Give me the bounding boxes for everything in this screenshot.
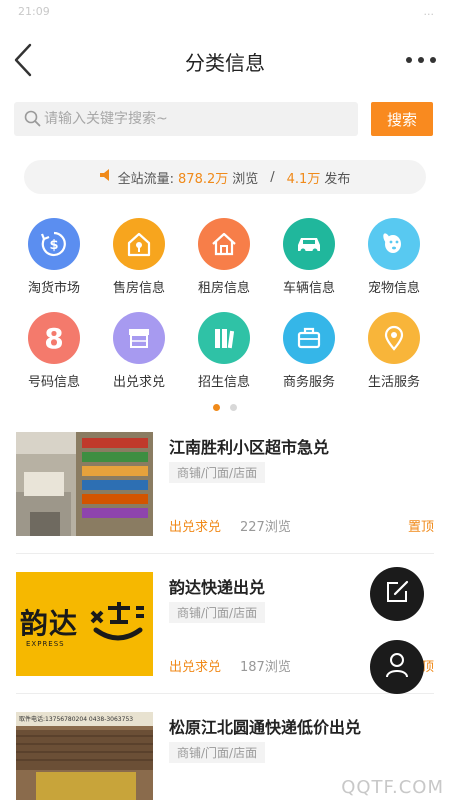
- user-center-button[interactable]: [370, 640, 424, 694]
- listing-views: 187浏览: [240, 660, 291, 675]
- house-rent-icon: [198, 218, 250, 270]
- svg-text:$: $: [49, 238, 58, 253]
- category-label: 号码信息: [27, 375, 80, 390]
- number-8-icon: 8: [28, 312, 80, 364]
- category-label: 出兑求兑: [112, 375, 165, 390]
- page-title: 分类信息: [185, 51, 265, 75]
- status-time: 21:09: [18, 5, 50, 18]
- category-number[interactable]: 8 号码信息: [12, 312, 96, 396]
- logo-text: 韵达: [20, 607, 79, 640]
- express-logo-icon: [90, 602, 144, 641]
- exchange-coin-icon: $: [28, 218, 80, 270]
- category-label: 招生信息: [197, 375, 250, 390]
- category-label: 生活服务: [367, 375, 420, 390]
- listing-title: 江南胜利小区超市急兑: [169, 438, 330, 457]
- search-box[interactable]: [14, 102, 358, 136]
- category-business[interactable]: 商务服务: [267, 312, 351, 396]
- listing-pinned: 置顶: [407, 520, 434, 535]
- divider: [16, 693, 434, 694]
- pager-dot[interactable]: [229, 404, 237, 411]
- category-house-sale[interactable]: 售房信息: [97, 218, 181, 302]
- user-icon: [384, 651, 410, 683]
- search-row: 搜索: [14, 102, 434, 136]
- category-taohuo[interactable]: $ 淘货市场: [12, 218, 96, 302]
- car-icon: [283, 218, 335, 270]
- listing-type: 出兑求兑: [169, 660, 222, 675]
- listing-views: 227浏览: [240, 520, 291, 535]
- listing-tag: 商铺/门面/店面: [169, 602, 266, 623]
- listing-thumbnail: 取件电话:13756780204 0438-3063753: [16, 712, 153, 800]
- status-bar: 21:09 ...: [0, 0, 450, 24]
- listing-type: 出兑求兑: [169, 520, 222, 535]
- category-label: 租房信息: [197, 281, 250, 296]
- search-button[interactable]: 搜索: [371, 102, 433, 136]
- house-sale-icon: [113, 218, 165, 270]
- search-input[interactable]: [44, 102, 344, 136]
- status-indicators: ...: [423, 5, 435, 18]
- pager-dots: [0, 396, 450, 415]
- category-label: 售房信息: [112, 281, 165, 296]
- traffic-separator: /: [270, 169, 275, 185]
- speaker-icon: [99, 169, 114, 185]
- app-header: 分类信息: [0, 24, 450, 96]
- listing-item[interactable]: 江南胜利小区超市急兑 商铺/门面/店面 出兑求兑 227浏览 置顶: [16, 432, 434, 538]
- traffic-banner: 全站流量: 878.2万 浏览 / 4.1万 发布: [24, 160, 426, 194]
- dog-icon: [368, 218, 420, 270]
- traffic-prefix: 全站流量:: [117, 171, 175, 187]
- listing-title: 韵达快递出兑: [169, 578, 266, 597]
- briefcase-icon: [283, 312, 335, 364]
- listing-thumbnail: [16, 432, 153, 536]
- category-label: 商务服务: [282, 375, 335, 390]
- thumb-text: 取件电话:13756780204 0438-3063753: [19, 716, 134, 723]
- post-edit-button[interactable]: [370, 567, 424, 621]
- traffic-posts: 4.1万: [286, 171, 321, 187]
- category-label: 车辆信息: [282, 281, 335, 296]
- listing-tag: 商铺/门面/店面: [169, 462, 266, 483]
- shop-icon: [113, 312, 165, 364]
- category-transfer[interactable]: 出兑求兑: [97, 312, 181, 396]
- traffic-views: 878.2万: [178, 171, 229, 187]
- category-house-rent[interactable]: 租房信息: [182, 218, 266, 302]
- edit-icon: [384, 579, 410, 609]
- category-label: 淘货市场: [27, 281, 80, 296]
- pager-dot-active[interactable]: [213, 404, 221, 411]
- category-vehicle[interactable]: 车辆信息: [267, 218, 351, 302]
- category-enroll[interactable]: 招生信息: [182, 312, 266, 396]
- location-pin-icon: [368, 312, 420, 364]
- divider: [16, 553, 434, 554]
- traffic-posts-unit: 发布: [324, 171, 351, 187]
- category-life[interactable]: 生活服务: [352, 312, 436, 396]
- svg-text:8: 8: [44, 322, 63, 354]
- category-label: 宠物信息: [367, 281, 420, 296]
- logo-subtext: EXPRESS: [26, 640, 65, 648]
- watermark: QQTF.COM: [341, 777, 444, 798]
- search-icon: [24, 110, 41, 131]
- more-dots-icon[interactable]: [404, 46, 438, 74]
- listing-thumbnail: 韵达 EXPRESS: [16, 572, 153, 676]
- traffic-views-unit: 浏览: [232, 171, 259, 187]
- books-icon: [198, 312, 250, 364]
- listing-title: 松原江北圆通快递低价出兑: [169, 718, 362, 737]
- category-pet[interactable]: 宠物信息: [352, 218, 436, 302]
- listing-tag: 商铺/门面/店面: [169, 742, 266, 763]
